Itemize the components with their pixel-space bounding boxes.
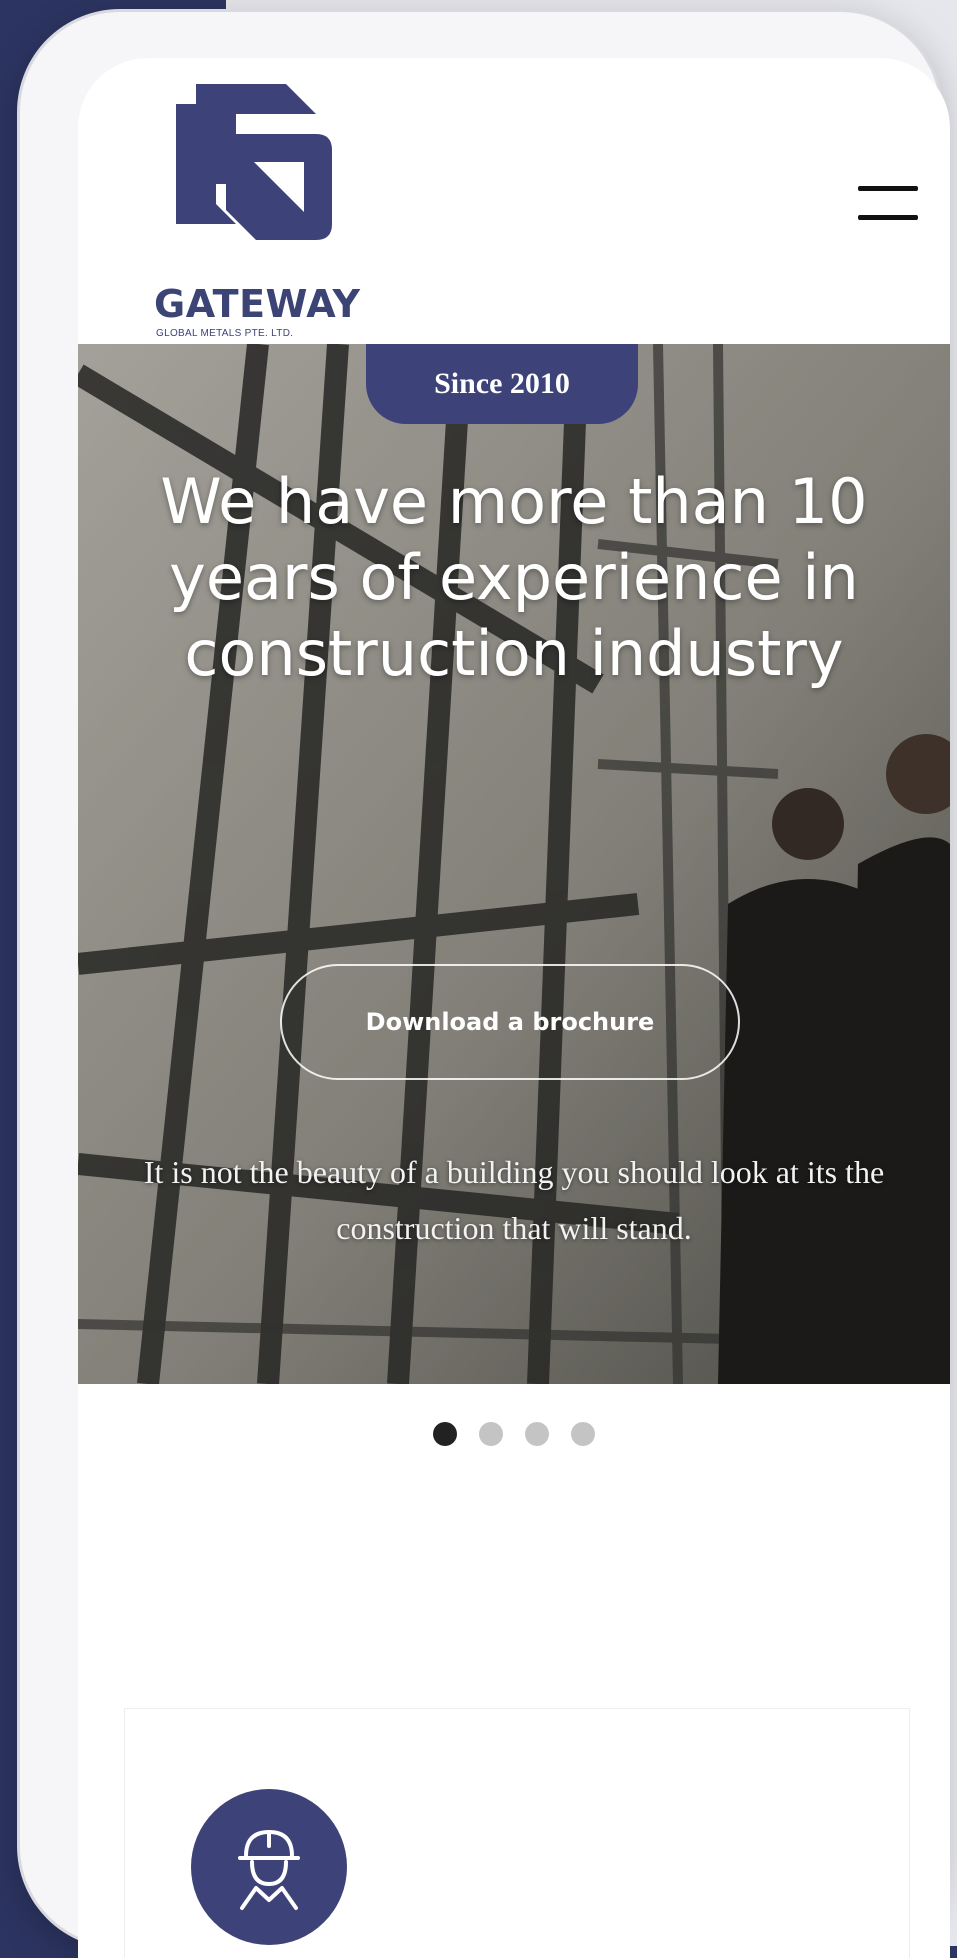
hamburger-menu-button[interactable] — [858, 178, 922, 228]
hamburger-menu-icon-bar-top — [858, 186, 918, 191]
construction-worker-icon-badge — [191, 1789, 347, 1945]
carousel-dot-4[interactable] — [571, 1422, 595, 1446]
brand-name: GATEWAY — [154, 282, 361, 326]
carousel-pagination — [78, 1422, 950, 1446]
hero-tagline: It is not the beauty of a building you s… — [143, 1154, 885, 1246]
construction-worker-icon — [238, 1830, 300, 1910]
carousel-dot-1[interactable] — [433, 1422, 457, 1446]
download-brochure-button[interactable]: Download a brochure — [280, 964, 740, 1080]
carousel-dot-2[interactable] — [479, 1422, 503, 1446]
screen: GATEWAY GLOBAL METALS PTE. LTD. Since 20… — [78, 58, 950, 1958]
carousel-dot-3[interactable] — [525, 1422, 549, 1446]
service-card — [124, 1708, 910, 1958]
phone-frame: GATEWAY GLOBAL METALS PTE. LTD. Since 20… — [20, 12, 950, 1958]
gateway-logo-icon — [176, 84, 332, 240]
brand-logo[interactable]: GATEWAY GLOBAL METALS PTE. LTD. — [116, 84, 376, 344]
since-badge: Since 2010 — [366, 344, 638, 424]
hamburger-menu-icon-bar-bottom — [858, 215, 918, 220]
brand-subtitle: GLOBAL METALS PTE. LTD. — [156, 328, 294, 339]
hero-slider: Since 2010 We have more than 10 years of… — [78, 344, 950, 1384]
hero-headline: We have more than 10 years of experience… — [160, 465, 868, 690]
